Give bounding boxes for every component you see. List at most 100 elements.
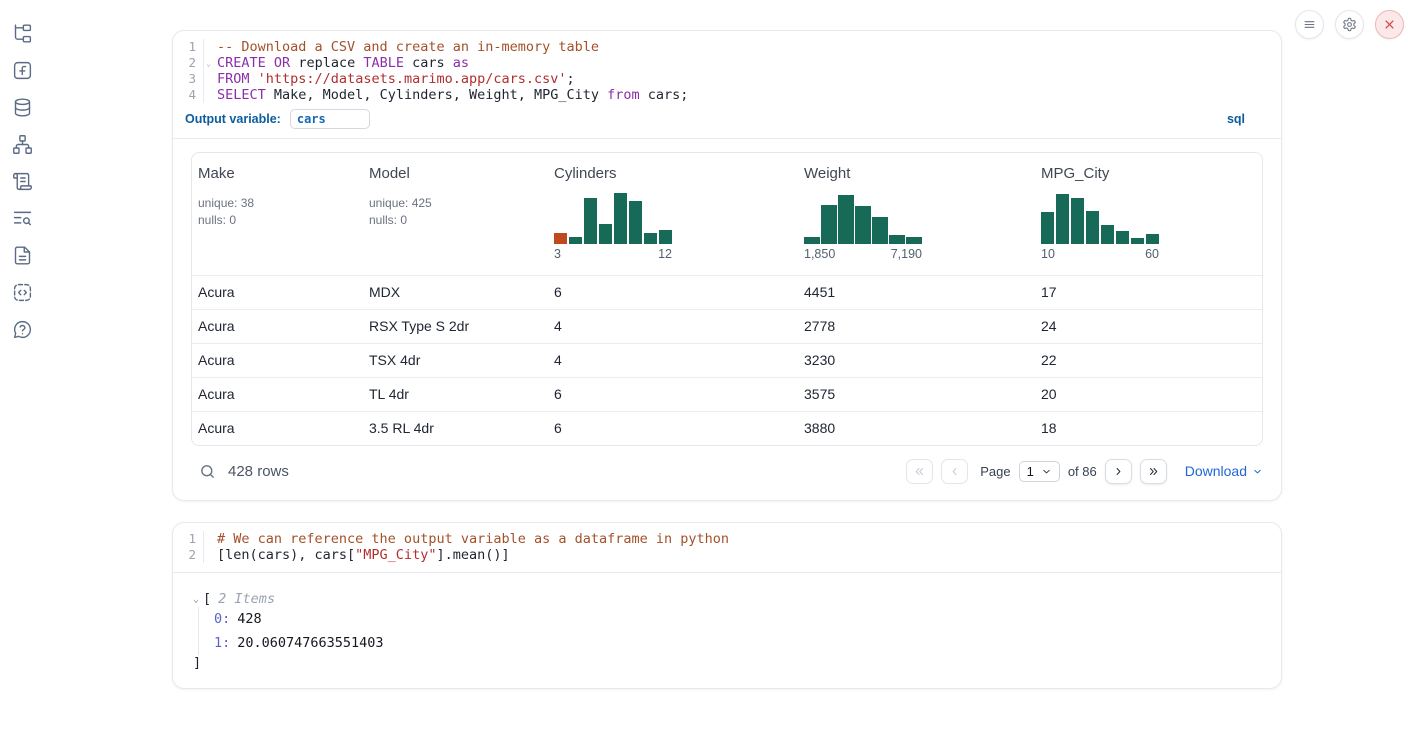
output-variable-row: Output variable: sql: [173, 106, 1281, 139]
shutdown-button[interactable]: [1375, 10, 1404, 39]
database-icon: [12, 97, 33, 118]
histogram-bar: [1086, 211, 1099, 244]
help-question-icon: [12, 319, 33, 340]
line-number: 2⌄: [173, 55, 204, 71]
function-square-icon: [12, 60, 33, 81]
language-badge: sql: [1227, 112, 1245, 126]
open-bracket: [: [203, 591, 211, 607]
table-cell: 4: [548, 310, 798, 343]
help-question-panel-button[interactable]: [11, 318, 33, 340]
table-row: AcuraRSX Type S 2dr4277824: [192, 309, 1262, 343]
table-cell: MDX: [363, 276, 548, 309]
table-footer: 428 rows Page 1 of 86 Download: [191, 457, 1263, 485]
column-histogram[interactable]: 1,8507,190: [804, 191, 922, 261]
close-bracket: ]: [193, 655, 1261, 671]
table-cell: TSX 4dr: [363, 344, 548, 377]
histogram-bar: [906, 237, 922, 244]
data-table: Makeunique: 38nulls: 0Modelunique: 425nu…: [191, 152, 1263, 446]
dependency-graph-panel-button[interactable]: [11, 133, 33, 155]
table-cell: 3230: [798, 344, 1035, 377]
table-cell: 4451: [798, 276, 1035, 309]
close-x-icon: [1382, 17, 1397, 32]
histogram-bar: [872, 217, 888, 244]
histogram-axis-labels: 1060: [1041, 247, 1159, 261]
column-header-make[interactable]: Makeunique: 38nulls: 0: [192, 153, 363, 275]
histogram-bar: [821, 205, 837, 244]
document-icon: [12, 245, 33, 266]
function-square-panel-button[interactable]: [11, 59, 33, 81]
table-cell: 22: [1035, 344, 1262, 377]
chevron-down-icon: [1252, 466, 1263, 477]
column-title: MPG_City: [1041, 165, 1254, 182]
python-code-editor[interactable]: 1# We can reference the output variable …: [173, 523, 1281, 573]
tree-item: 0:428: [214, 611, 1261, 627]
sql-code-editor[interactable]: 1-- Download a CSV and create an in-memo…: [173, 31, 1281, 106]
database-panel-button[interactable]: [11, 96, 33, 118]
column-histogram[interactable]: 312: [554, 191, 672, 261]
table-row: AcuraTL 4dr6357520: [192, 377, 1262, 411]
line-number: 3: [173, 71, 204, 87]
code-text: FROM 'https://datasets.marimo.app/cars.c…: [204, 71, 575, 87]
column-header-model[interactable]: Modelunique: 425nulls: 0: [363, 153, 548, 275]
table-cell: 20: [1035, 378, 1262, 411]
scratchpad-scroll-panel-button[interactable]: [11, 170, 33, 192]
sql-cell: 1-- Download a CSV and create an in-memo…: [172, 30, 1282, 501]
download-label: Download: [1185, 463, 1247, 479]
code-line: 1-- Download a CSV and create an in-memo…: [173, 39, 1281, 55]
column-header-mpg_city[interactable]: MPG_City 1060: [1035, 153, 1262, 275]
page-select-value: 1: [1027, 464, 1034, 479]
table-cell: 6: [548, 378, 798, 411]
histogram-bar: [554, 233, 567, 244]
download-button[interactable]: Download: [1185, 463, 1263, 479]
table-cell: 3880: [798, 412, 1035, 445]
line-number: 1: [173, 39, 204, 55]
table-cell: 4: [548, 344, 798, 377]
first-page-button[interactable]: [906, 459, 933, 484]
line-number: 4: [173, 87, 204, 103]
column-header-cylinders[interactable]: Cylinders312: [548, 153, 798, 275]
code-text: CREATE OR replace TABLE cars as: [204, 55, 469, 71]
output-variable-input[interactable]: [290, 109, 370, 129]
topbar: [1295, 10, 1404, 39]
code-line: 1# We can reference the output variable …: [173, 531, 1281, 547]
next-page-button[interactable]: [1105, 459, 1132, 484]
histogram-bar: [584, 198, 597, 244]
fold-caret-icon[interactable]: ⌄: [206, 59, 211, 68]
logs-search-panel-button[interactable]: [11, 207, 33, 229]
column-stats: unique: 425nulls: 0: [369, 195, 540, 228]
notebook: 1-- Download a CSV and create an in-memo…: [172, 30, 1282, 689]
histogram-bar: [644, 233, 657, 244]
file-tree-icon: [12, 23, 33, 44]
prev-page-button[interactable]: [941, 459, 968, 484]
code-line: 2⌄CREATE OR replace TABLE cars as: [173, 55, 1281, 71]
table-body: AcuraMDX6445117AcuraRSX Type S 2dr427782…: [192, 275, 1262, 445]
table-cell: Acura: [192, 412, 363, 445]
tree-item-index: 1:: [214, 635, 230, 651]
histogram-bar: [1071, 198, 1084, 244]
last-page-button[interactable]: [1140, 459, 1167, 484]
settings-button[interactable]: [1335, 10, 1364, 39]
menu-icon: [1302, 17, 1317, 32]
table-cell: 6: [548, 412, 798, 445]
column-header-weight[interactable]: Weight1,8507,190: [798, 153, 1035, 275]
settings-gear-icon: [1342, 17, 1357, 32]
search-icon[interactable]: [199, 463, 216, 480]
document-panel-button[interactable]: [11, 244, 33, 266]
scratchpad-scroll-icon: [12, 171, 33, 192]
table-header: Makeunique: 38nulls: 0Modelunique: 425nu…: [192, 153, 1262, 275]
logs-search-icon: [12, 208, 33, 229]
code-text: # We can reference the output variable a…: [204, 531, 729, 547]
column-histogram[interactable]: 1060: [1041, 191, 1159, 261]
table-cell: Acura: [192, 310, 363, 343]
code-text: SELECT Make, Model, Cylinders, Weight, M…: [204, 87, 688, 103]
line-number: 2: [173, 547, 204, 563]
snippets-code-panel-button[interactable]: [11, 281, 33, 303]
tree-item: 1:20.060747663551403: [214, 635, 1261, 651]
line-number: 1: [173, 531, 204, 547]
menu-button[interactable]: [1295, 10, 1324, 39]
tree-collapse-caret[interactable]: ⌄: [193, 594, 199, 605]
histogram-bar: [629, 201, 642, 244]
histogram-bar: [599, 224, 612, 244]
page-select[interactable]: 1: [1019, 461, 1060, 482]
file-tree-panel-button[interactable]: [11, 22, 33, 44]
